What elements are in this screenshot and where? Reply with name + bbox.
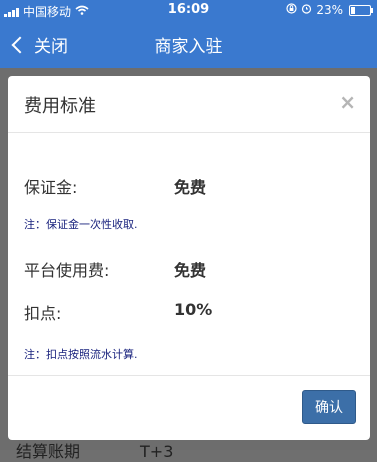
battery-fill xyxy=(351,6,355,14)
behind-label: 结算账期 xyxy=(16,442,81,461)
fee-label: 平台使用费: xyxy=(24,261,110,280)
behind-row: 结算账期 T+3 xyxy=(16,438,173,462)
fee-value: 免费 xyxy=(174,178,207,197)
fee-value: 免费 xyxy=(174,261,207,280)
fee-standard-modal: 费用标准 × 保证金: 免费 注：保证金一次性收取. 平台使用费: 免费 扣点:… xyxy=(8,76,370,440)
battery-percent: 23% xyxy=(316,3,343,17)
nav-bar: 关闭 商家入驻 xyxy=(0,20,377,68)
lock-rotation-icon xyxy=(286,3,297,17)
confirm-button[interactable]: 确认 xyxy=(302,390,356,424)
note-deposit: 注：保证金一次性收取. xyxy=(24,218,138,231)
fee-label: 保证金: xyxy=(24,178,78,197)
modal-header: 费用标准 × xyxy=(8,76,370,133)
behind-value: T+3 xyxy=(140,442,174,461)
modal-footer: 确认 xyxy=(8,375,370,440)
fee-label: 扣点: xyxy=(24,304,62,323)
fee-value: 10% xyxy=(174,300,213,319)
battery-icon xyxy=(349,4,373,16)
page-title: 商家入驻 xyxy=(154,37,223,57)
close-icon[interactable]: × xyxy=(339,90,356,114)
alarm-icon xyxy=(301,3,312,17)
status-right-group: 23% xyxy=(286,3,373,17)
status-bar: 中国移动 16:09 23% xyxy=(0,0,377,20)
modal-title: 费用标准 xyxy=(24,96,96,117)
note-commission: 注：扣点按照流水计算. xyxy=(24,348,138,361)
